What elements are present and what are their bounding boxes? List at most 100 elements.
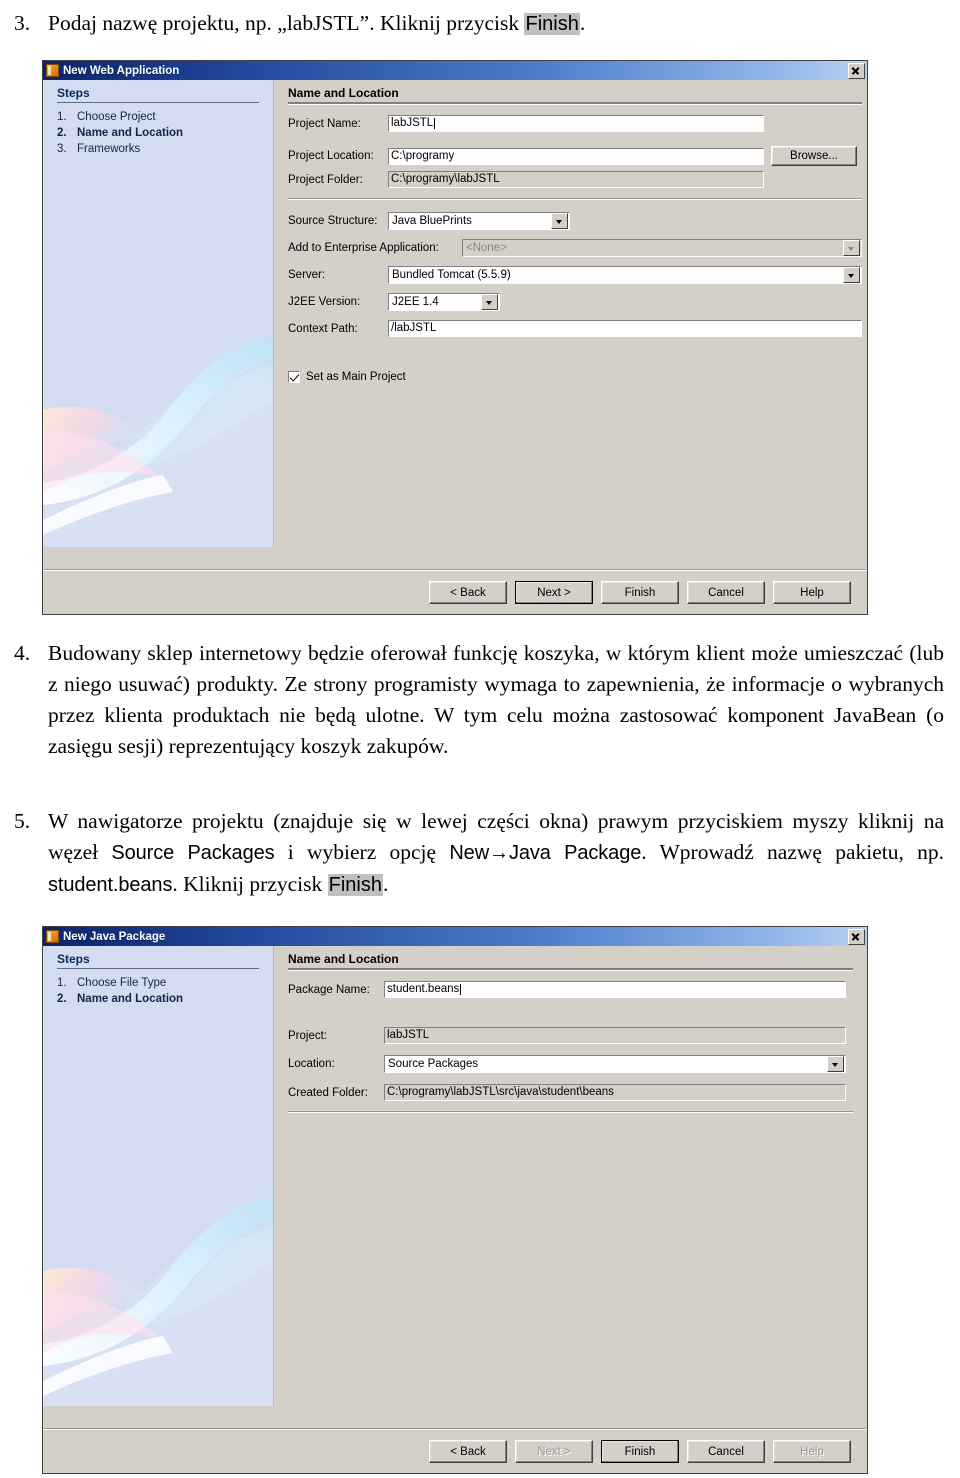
step-number: 3. bbox=[57, 143, 67, 155]
doc-item-number: 3. bbox=[14, 11, 31, 35]
set-main-project-label: Set as Main Project bbox=[306, 371, 406, 383]
pane-divider bbox=[288, 968, 853, 971]
help-button[interactable]: Help bbox=[773, 581, 851, 604]
ui-term-student-beans: student.beans bbox=[48, 874, 173, 896]
package-name-input[interactable]: student.beans bbox=[384, 981, 846, 998]
step-number: 2. bbox=[57, 993, 67, 1005]
source-structure-select[interactable]: Java BluePrints bbox=[388, 212, 570, 230]
dialog2-steps-pane: Steps 1. Choose File Type 2. Name and Lo… bbox=[43, 946, 274, 1406]
doc-item-text: W nawigatorze projektu (znajduje się w l… bbox=[48, 806, 944, 901]
context-path-label: Context Path: bbox=[288, 322, 358, 335]
section-divider bbox=[288, 1111, 853, 1113]
finish-button[interactable]: Finish bbox=[601, 1440, 679, 1463]
source-structure-label: Source Structure: bbox=[288, 215, 378, 227]
chevron-down-icon[interactable] bbox=[481, 294, 498, 310]
dialog1-pane-title: Name and Location bbox=[288, 86, 399, 100]
step-item-1: 1. Choose Project bbox=[43, 110, 273, 126]
project-name-label: Project Name: bbox=[288, 117, 361, 130]
cancel-button[interactable]: Cancel bbox=[687, 581, 765, 604]
new-java-package-dialog[interactable]: New Java Package Steps 1. Choose File Ty… bbox=[42, 926, 868, 1474]
step-number: 1. bbox=[57, 977, 67, 989]
step-label: Frameworks bbox=[77, 143, 141, 155]
step-item-2: 2. Name and Location bbox=[43, 992, 273, 1008]
dialog1-title: New Web Application bbox=[63, 64, 180, 77]
dialog2-content-pane: Name and Location Package Name: student.… bbox=[274, 946, 867, 1406]
project-label: Project: bbox=[288, 1029, 327, 1042]
server-value: Bundled Tomcat (5.5.9) bbox=[392, 269, 511, 281]
ui-term-finish: Finish bbox=[327, 874, 383, 896]
new-web-application-dialog[interactable]: New Web Application Steps 1. Choose Proj… bbox=[42, 60, 868, 615]
dialog2-titlebar[interactable]: New Java Package bbox=[43, 927, 867, 946]
dialog1-content-pane: Name and Location Project Name: labJSTL … bbox=[274, 80, 867, 547]
created-folder-label: Created Folder: bbox=[288, 1086, 368, 1099]
help-button: Help bbox=[773, 1440, 851, 1463]
close-icon[interactable] bbox=[848, 928, 865, 945]
text-run: . bbox=[579, 11, 586, 35]
project-location-label: Project Location: bbox=[288, 150, 374, 162]
next-button: Next > bbox=[515, 1440, 593, 1463]
project-name-row: Project Name: labJSTL bbox=[288, 115, 862, 132]
dialog1-titlebar[interactable]: New Web Application bbox=[43, 61, 867, 80]
package-name-row: Package Name: student.beans bbox=[288, 981, 853, 998]
finish-button[interactable]: Finish bbox=[601, 581, 679, 604]
doc-item-4: 4. Budowany sklep internetowy będzie ofe… bbox=[14, 638, 944, 762]
j2ee-version-value: J2EE 1.4 bbox=[392, 296, 439, 308]
context-path-input[interactable]: /labJSTL bbox=[388, 320, 862, 337]
step-item-2: 2. Name and Location bbox=[43, 126, 273, 142]
project-folder-label: Project Folder: bbox=[288, 173, 363, 186]
ui-term-finish: Finish bbox=[524, 13, 580, 35]
close-icon[interactable] bbox=[848, 62, 865, 79]
back-button[interactable]: < Back bbox=[429, 581, 507, 604]
project-name-input[interactable]: labJSTL bbox=[388, 115, 764, 132]
cancel-button[interactable]: Cancel bbox=[687, 1440, 765, 1463]
steps-divider bbox=[57, 102, 259, 103]
doc-item-3: 3. Podaj nazwę projektu, np. „labJSTL”. … bbox=[14, 8, 944, 40]
text-run: . Wprowadź nazwę pakietu, np. bbox=[641, 840, 944, 864]
next-button[interactable]: Next > bbox=[515, 581, 593, 604]
step-label: Name and Location bbox=[77, 993, 184, 1005]
enterprise-application-row: Add to Enterprise Application: <None> bbox=[288, 239, 862, 257]
chevron-down-icon[interactable] bbox=[843, 267, 860, 283]
server-label: Server: bbox=[288, 269, 326, 281]
enterprise-application-label: Add to Enterprise Application: bbox=[288, 242, 439, 254]
ui-term-source-packages: Source Packages bbox=[111, 842, 275, 864]
back-button[interactable]: < Back bbox=[429, 1440, 507, 1463]
package-name-label: Package Name: bbox=[288, 983, 370, 996]
dialog2-pane-title: Name and Location bbox=[288, 952, 399, 966]
j2ee-version-select[interactable]: J2EE 1.4 bbox=[388, 293, 500, 311]
enterprise-application-value: <None> bbox=[466, 242, 507, 254]
project-row: Project: labJSTL bbox=[288, 1027, 853, 1044]
dialog1-steps-pane: Steps 1. Choose Project 2. Name and Loca… bbox=[43, 80, 274, 547]
wizard-artwork bbox=[43, 946, 273, 1406]
set-main-project-row[interactable]: Set as Main Project bbox=[288, 371, 862, 383]
step-number: 1. bbox=[57, 111, 67, 123]
location-select[interactable]: Source Packages bbox=[384, 1055, 846, 1073]
text-run: . Kliknij przycisk bbox=[172, 872, 328, 896]
dialog2-title: New Java Package bbox=[63, 930, 166, 943]
chevron-down-icon[interactable] bbox=[827, 1056, 844, 1072]
document-icon bbox=[46, 64, 59, 77]
dialog1-body: Steps 1. Choose Project 2. Name and Loca… bbox=[43, 80, 867, 547]
ui-term-new-java-package: New→Java Package bbox=[449, 842, 642, 864]
dialog1-steps-heading: Steps bbox=[57, 86, 90, 100]
doc-item-number: 4. bbox=[14, 641, 31, 665]
server-select[interactable]: Bundled Tomcat (5.5.9) bbox=[388, 266, 862, 284]
project-location-input[interactable]: C:\programy bbox=[388, 147, 764, 165]
doc-item-5: 5. W nawigatorze projektu (znajduje się … bbox=[14, 806, 944, 901]
text-run: i wybierz opcję bbox=[274, 840, 450, 864]
text-run: Podaj nazwę projektu, np. „labJSTL”. Kli… bbox=[48, 11, 525, 35]
browse-button[interactable]: Browse... bbox=[771, 146, 857, 166]
pane-divider bbox=[288, 102, 862, 105]
source-structure-row: Source Structure: Java BluePrints bbox=[288, 212, 862, 230]
chevron-down-icon[interactable] bbox=[551, 213, 568, 229]
location-value: Source Packages bbox=[388, 1058, 479, 1070]
step-label: Choose File Type bbox=[77, 977, 167, 989]
location-row: Location: Source Packages bbox=[288, 1055, 853, 1073]
doc-item-number: 5. bbox=[14, 809, 31, 833]
step-item-1: 1. Choose File Type bbox=[43, 976, 273, 992]
created-folder-row: Created Folder: C:\programy\labJSTL\src\… bbox=[288, 1084, 853, 1101]
dialog2-steps-heading: Steps bbox=[57, 952, 90, 966]
set-main-project-checkbox[interactable] bbox=[288, 371, 300, 383]
dialog1-button-bar: < Back Next > Finish Cancel Help bbox=[43, 570, 867, 614]
steps-divider bbox=[57, 968, 259, 969]
